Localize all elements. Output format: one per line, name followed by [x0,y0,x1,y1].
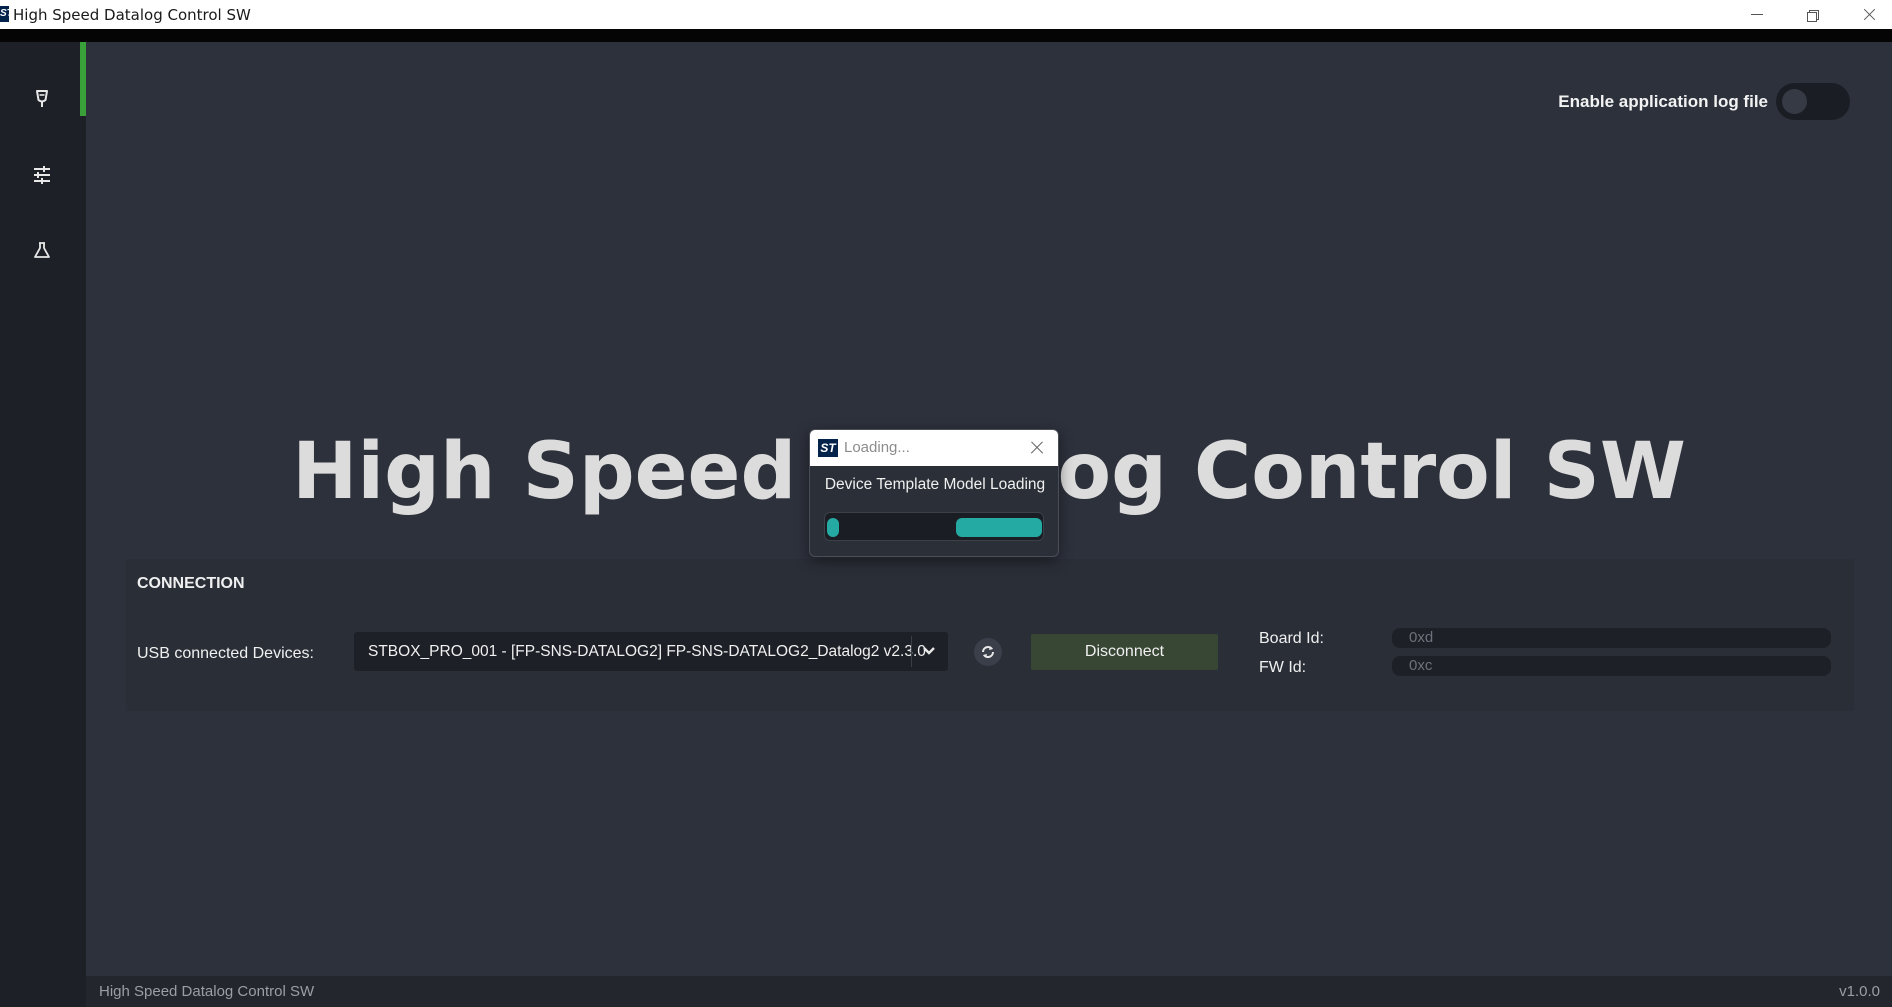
selected-device: STBOX_PRO_001 - [FP-SNS-DATALOG2] FP-SNS… [368,643,926,660]
status-version: v1.0.0 [1839,983,1880,1000]
progress-chunk [827,518,839,537]
dialog-titlebar: ST Loading... [810,430,1058,466]
minimize-button[interactable] [1729,0,1785,29]
restore-button[interactable] [1785,0,1841,29]
minimize-icon [1751,14,1763,15]
fw-id-field: 0xc [1392,656,1831,676]
loading-dialog: ST Loading... Device Template Model Load… [809,429,1059,557]
toggle-knob [1782,89,1807,114]
usb-devices-label: USB connected Devices: [137,645,314,662]
refresh-devices-button[interactable] [974,638,1002,666]
menu-strip [0,29,1892,42]
st-logo-icon: ST [818,439,838,457]
window-titlebar: ST High Speed Datalog Control SW [0,0,1892,29]
board-id-label: Board Id: [1259,630,1324,647]
dialog-message: Device Template Model Loading [824,476,1046,493]
disconnect-button[interactable]: Disconnect [1031,634,1218,670]
sidebar-active-indicator [80,42,86,116]
log-toggle-label: Enable application log file [1558,92,1768,111]
close-window-button[interactable] [1841,0,1892,29]
window-title: High Speed Datalog Control SW [13,6,251,24]
flask-icon [34,242,50,258]
usb-device-select[interactable]: STBOX_PRO_001 - [FP-SNS-DATALOG2] FP-SNS… [354,632,948,671]
progress-chunk [956,518,1042,537]
refresh-icon [982,646,994,658]
dialog-title: Loading... [844,439,910,456]
board-id-field: 0xd [1392,628,1831,648]
status-bar: High Speed Datalog Control SW v1.0.0 [86,976,1892,1007]
connection-panel: CONNECTION USB connected Devices: STBOX_… [126,559,1854,711]
sidebar-item-device[interactable] [20,77,64,121]
sliders-icon [34,166,50,184]
status-app-name: High Speed Datalog Control SW [99,983,315,1000]
dialog-close-button[interactable] [1028,439,1046,457]
sidebar-item-configuration[interactable] [20,153,64,197]
fw-id-label: FW Id: [1259,659,1307,676]
log-file-toggle[interactable] [1776,83,1850,120]
chevron-down-icon[interactable] [922,645,936,657]
loading-progress-bar [824,512,1044,541]
app-logo-icon: ST [0,6,9,22]
device-plug-icon [36,90,48,107]
sidebar-item-experiment[interactable] [20,228,64,272]
connection-title: CONNECTION [137,575,245,592]
sidebar [0,42,86,1007]
